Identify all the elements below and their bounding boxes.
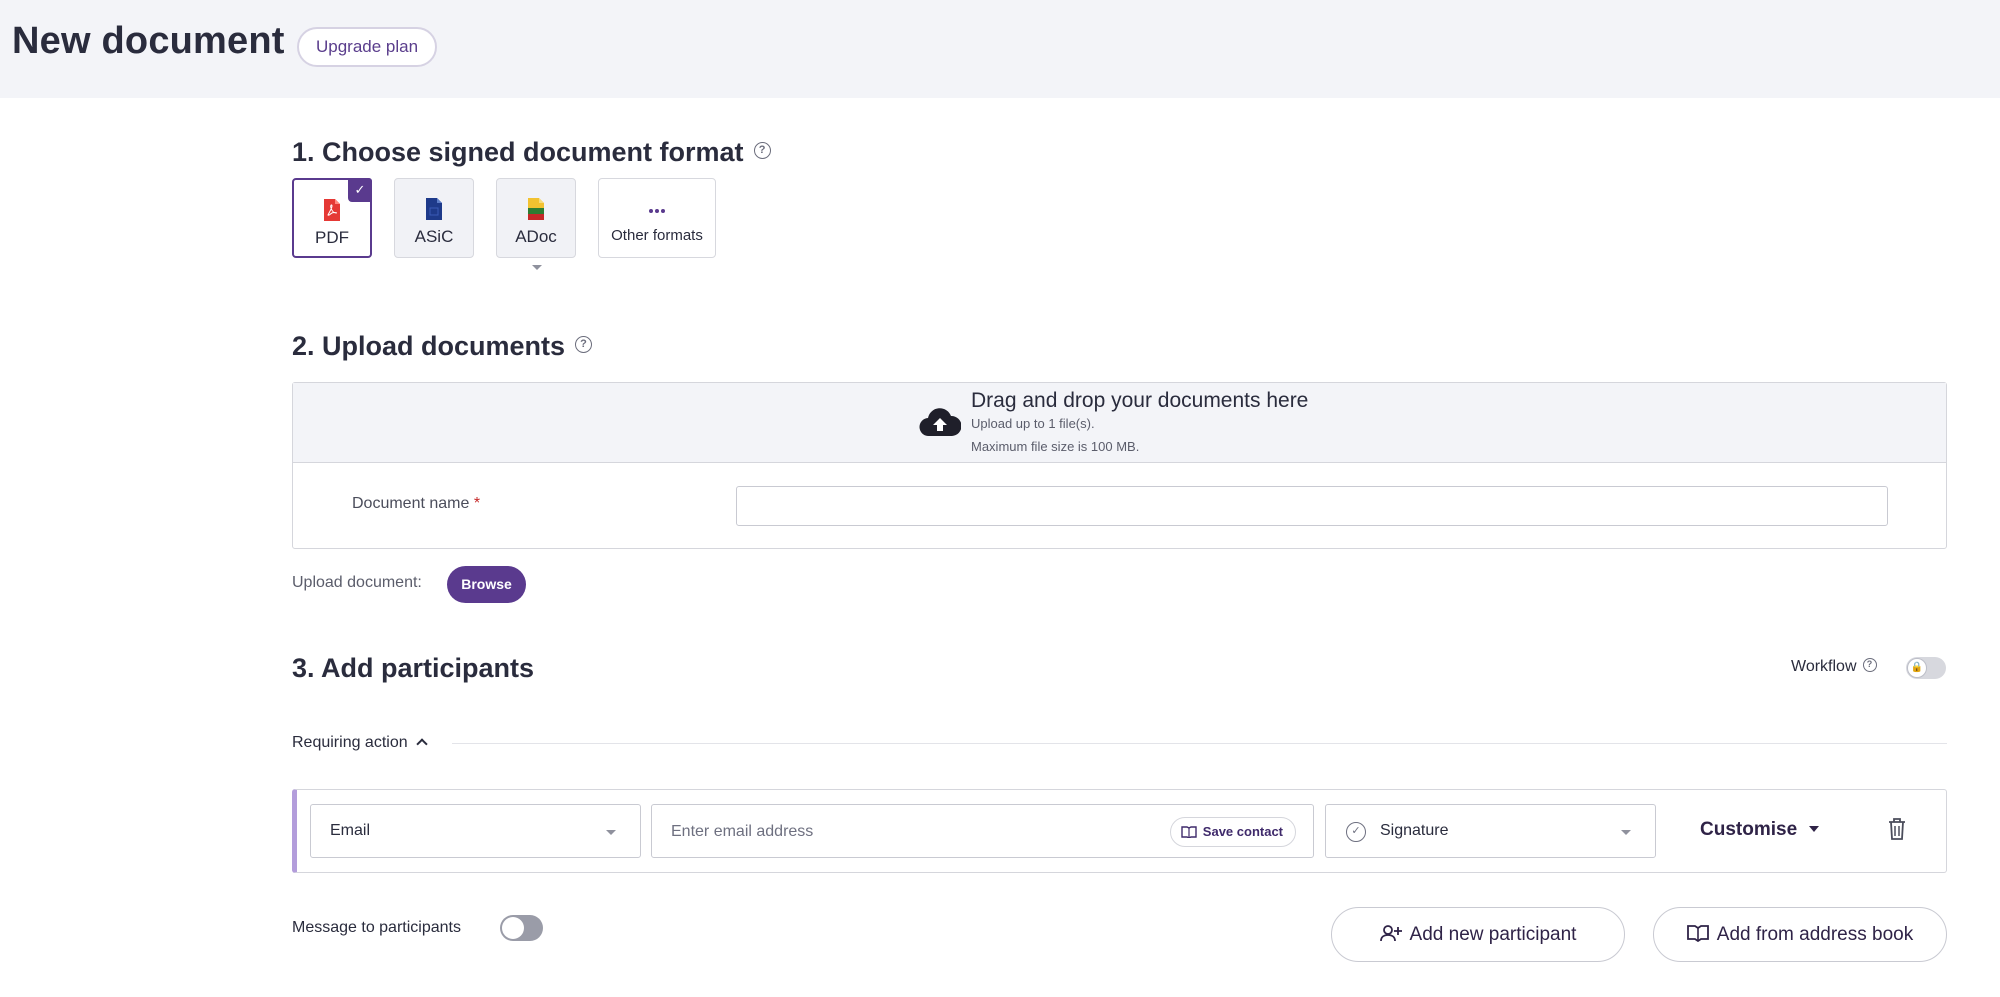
customise-button[interactable]: Customise: [1700, 819, 1820, 841]
format-option-adoc[interactable]: ADoc: [496, 178, 576, 258]
more-dots-icon: [649, 209, 665, 213]
add-from-address-book-button[interactable]: Add from address book: [1653, 907, 1947, 962]
help-icon[interactable]: ?: [753, 142, 771, 160]
trash-icon[interactable]: [1888, 818, 1906, 840]
drop-title: Drag and drop your documents here: [971, 389, 1309, 412]
add-user-icon: [1379, 925, 1402, 942]
upload-box: Drag and drop your documents here Upload…: [292, 382, 1947, 549]
customise-label: Customise: [1700, 819, 1798, 840]
drop-zone[interactable]: Drag and drop your documents here Upload…: [293, 383, 1946, 463]
format-option-asic[interactable]: ASiC: [394, 178, 474, 258]
adoc-options-caret-icon[interactable]: [532, 265, 542, 270]
lock-icon: 🔒: [1907, 658, 1927, 678]
adoc-file-icon: [528, 198, 544, 220]
section-title-participants: 3. Add participants: [292, 653, 535, 683]
contact-method-value: Email: [330, 822, 371, 839]
workflow-label-text: Workflow: [1791, 658, 1857, 675]
action-type-select[interactable]: ✓ Signature: [1325, 804, 1656, 858]
asic-file-icon: [426, 198, 442, 220]
format-option-other[interactable]: Other formats: [598, 178, 716, 258]
pdf-file-icon: [324, 199, 340, 221]
section-title-upload-text: 2. Upload documents: [292, 331, 566, 361]
open-book-icon: [1686, 925, 1709, 943]
participant-row: Email Enter email address Save contact ✓…: [292, 789, 1947, 873]
format-label: PDF: [315, 228, 349, 247]
divider: [452, 743, 1947, 744]
cloud-upload-icon: [919, 408, 961, 437]
drop-size-text: Maximum file size is 100 MB.: [971, 439, 1140, 454]
browse-button[interactable]: Browse: [447, 566, 526, 603]
check-circle-icon: ✓: [1346, 822, 1366, 842]
format-label: ADoc: [515, 227, 557, 246]
chevron-up-icon: [415, 738, 428, 750]
add-from-address-book-label: Add from address book: [1716, 924, 1914, 945]
document-name-label: Document name *: [352, 495, 480, 513]
save-contact-label: Save contact: [1202, 824, 1283, 839]
email-placeholder: Enter email address: [671, 823, 814, 840]
upgrade-plan-button[interactable]: Upgrade plan: [297, 27, 438, 67]
upload-document-label: Upload document:: [292, 574, 422, 591]
section-title-upload: 2. Upload documents?: [292, 331, 593, 362]
help-icon[interactable]: ?: [1862, 657, 1877, 672]
chevron-down-icon: [1621, 830, 1631, 835]
add-new-participant-label: Add new participant: [1409, 924, 1577, 945]
action-type-value: Signature: [1380, 822, 1449, 839]
workflow-toggle[interactable]: 🔒: [1906, 657, 1946, 679]
chevron-down-icon: [606, 830, 616, 835]
format-label: Other formats: [611, 227, 703, 244]
drop-limit-text: Upload up to 1 file(s).: [971, 416, 1095, 431]
page-title: New document: [12, 20, 285, 62]
add-new-participant-button[interactable]: Add new participant: [1331, 907, 1625, 962]
section-title-format-text: 1. Choose signed document format: [292, 137, 744, 167]
email-input[interactable]: Enter email address Save contact: [651, 804, 1314, 858]
workflow-label: Workflow?: [1791, 657, 1877, 676]
document-name-input[interactable]: [736, 486, 1888, 526]
contact-method-select[interactable]: Email: [310, 804, 641, 858]
document-name-label-text: Document name: [352, 495, 470, 512]
requiring-action-header[interactable]: Requiring action: [292, 734, 428, 752]
top-bar: New document Upgrade plan: [0, 0, 2000, 98]
format-label: ASiC: [414, 227, 454, 246]
requiring-action-label: Requiring action: [292, 734, 408, 751]
help-icon[interactable]: ?: [575, 336, 593, 354]
address-book-plus-icon: [1181, 825, 1197, 838]
toggle-knob: [502, 917, 524, 939]
message-toggle[interactable]: [500, 915, 543, 941]
check-icon: ✓: [348, 178, 372, 202]
caret-down-icon: [1809, 826, 1820, 832]
section-title-format: 1. Choose signed document format?: [292, 137, 771, 168]
save-contact-button[interactable]: Save contact: [1169, 817, 1296, 847]
required-marker: *: [473, 495, 481, 512]
message-to-participants-label: Message to participants: [292, 919, 461, 936]
format-option-pdf[interactable]: ✓ PDF: [292, 178, 372, 258]
